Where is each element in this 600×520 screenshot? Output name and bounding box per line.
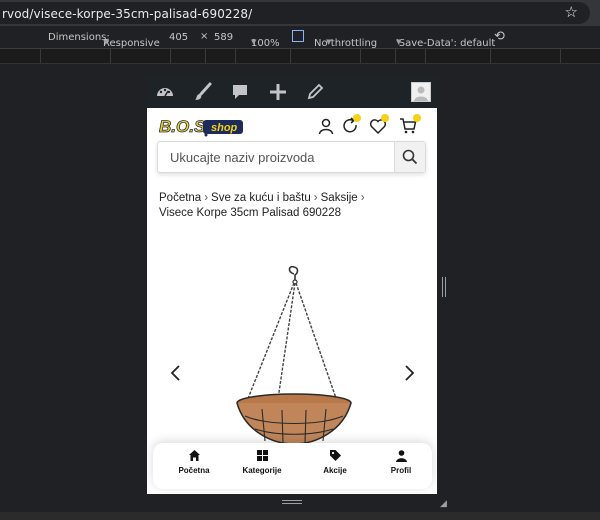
breadcrumb-current: Visece Korpe 35cm Palisad 690228: [159, 207, 341, 219]
nav-home[interactable]: Početna: [164, 449, 224, 475]
throttle-value: No throttling: [314, 38, 378, 49]
viewport-resize-corner-icon[interactable]: ◢: [440, 498, 450, 508]
nav-deals-label: Akcije: [323, 466, 347, 475]
breadcrumb-subcategory-link[interactable]: Saksije: [321, 192, 358, 204]
device-select-value: Responsive: [103, 38, 160, 49]
admin-bar: [147, 76, 437, 108]
device-toolbar: Dimensions: Responsive ▼ 405 × 589 100% …: [0, 26, 600, 49]
media-query-ruler: [0, 49, 600, 64]
nav-deals[interactable]: Akcije: [305, 449, 365, 475]
caret-down-icon: ▼: [251, 38, 257, 46]
breadcrumb-separator: ›: [313, 192, 318, 204]
bottom-navigation: Početna Kategorije Akcije Profil: [153, 443, 432, 489]
avatar[interactable]: [411, 82, 431, 102]
compare-badge: [353, 114, 361, 122]
wishlist-badge: [381, 114, 389, 122]
caret-down-icon: ▼: [103, 38, 109, 46]
previous-image-arrow-icon[interactable]: [169, 364, 183, 382]
nav-categories-label: Kategorije: [242, 466, 282, 475]
device-viewport[interactable]: B.O.S. shop Početna›Sve za kuću i baštu›…: [147, 76, 437, 494]
breadcrumb-home-link[interactable]: Početna: [159, 192, 201, 204]
dpr-icon[interactable]: [292, 30, 304, 42]
rotate-icon[interactable]: ⟲: [494, 29, 505, 44]
cart-badge: [413, 114, 421, 122]
tag-icon: [329, 450, 341, 461]
add-new-icon[interactable]: [268, 82, 288, 102]
search-input[interactable]: [158, 142, 396, 172]
search-icon: [402, 149, 418, 165]
search-button[interactable]: [394, 142, 425, 172]
viewport-resize-handle-right[interactable]: [442, 277, 446, 297]
nav-categories[interactable]: Kategorije: [232, 449, 292, 475]
nav-profile-label: Profil: [390, 466, 412, 475]
search-box: [157, 141, 426, 173]
save-data-value: 'Save-Data': default: [396, 38, 496, 49]
dimensions-label: Dimensions:: [48, 32, 110, 43]
breadcrumb-separator: ›: [204, 192, 209, 204]
home-icon: [188, 450, 200, 461]
times-separator: ×: [200, 31, 209, 42]
breadcrumb-separator: ›: [360, 192, 365, 204]
product-image[interactable]: [227, 266, 362, 446]
nav-home-label: Početna: [178, 466, 210, 475]
grid-icon: [256, 450, 268, 461]
account-icon[interactable]: [317, 117, 335, 135]
breadcrumb: Početna › Sve za kuću i baštu › Saksije › Vise…: [159, 191, 429, 221]
logo-text: B.O.S.: [159, 117, 210, 136]
caret-down-icon: ▼: [396, 38, 402, 46]
bookmark-star-icon[interactable]: ☆: [565, 3, 578, 21]
dashboard-icon[interactable]: [155, 82, 175, 102]
viewport-resize-handle-bottom[interactable]: [282, 500, 302, 504]
edit-pencil-icon[interactable]: [305, 82, 325, 102]
user-avatar-icon: [414, 86, 428, 101]
customize-brush-icon[interactable]: [193, 82, 213, 102]
url-text[interactable]: rvod/visece-korpe-35cm-palisad-690228/: [2, 7, 252, 21]
user-icon: [395, 450, 407, 462]
height-input[interactable]: 589: [214, 32, 233, 43]
comments-icon[interactable]: [230, 82, 250, 102]
nav-profile[interactable]: Profil: [371, 449, 431, 475]
devtools-panel-edge: [0, 512, 600, 520]
logo-shop-text: shop: [211, 122, 238, 134]
width-input[interactable]: 405: [169, 32, 188, 43]
site-header: B.O.S. shop: [147, 108, 437, 180]
address-bar[interactable]: rvod/visece-korpe-35cm-palisad-690228/: [0, 2, 590, 24]
bos-shop-logo[interactable]: B.O.S. shop: [159, 115, 245, 137]
browser-toolbar: rvod/visece-korpe-35cm-palisad-690228/ ☆: [0, 0, 600, 26]
caret-down-icon: ▼: [326, 38, 332, 46]
breadcrumb-category-link[interactable]: Sve za kuću i baštu: [211, 192, 311, 204]
next-image-arrow-icon[interactable]: [402, 364, 416, 382]
